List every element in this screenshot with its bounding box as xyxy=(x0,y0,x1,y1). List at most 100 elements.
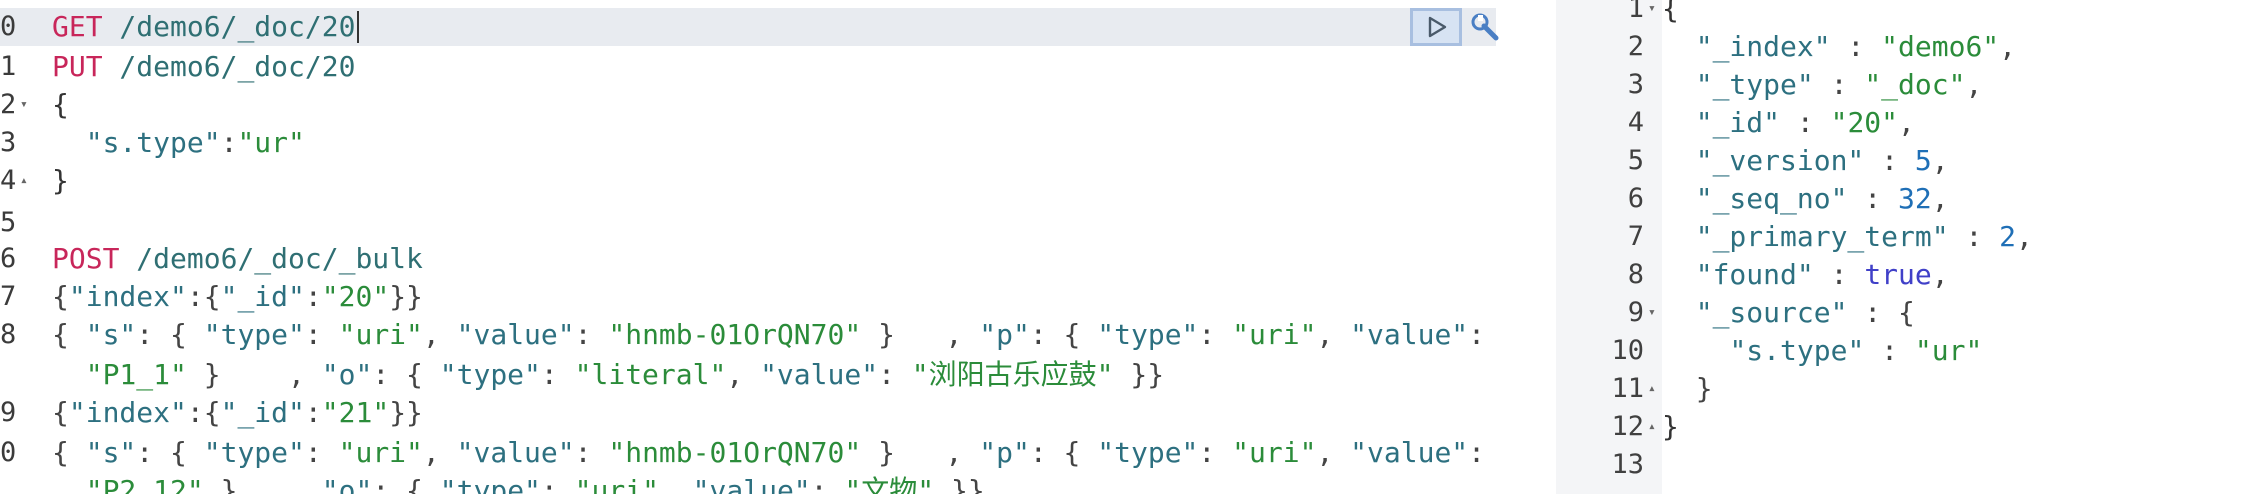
response-line[interactable]: 8 "found" : true, xyxy=(1512,256,2262,294)
request-line[interactable]: 5 xyxy=(0,204,1512,242)
response-viewer: 1 ▾{2 "_index" : "demo6", 3 "_type" : "_do… xyxy=(1512,0,2262,494)
token-punct: : xyxy=(1864,144,1915,177)
token-key: "index" xyxy=(68,280,187,313)
token-punct: }} xyxy=(389,396,423,429)
token-str: "20" xyxy=(321,280,390,313)
request-editor[interactable]: 0 GET /demo6/_doc/20 1 PUT /demo6/_doc/20 2 ▾… xyxy=(0,0,1512,494)
request-line[interactable]: 9 {"index":{"_id":"21"}} xyxy=(0,394,1512,432)
token-punct: , xyxy=(2016,220,2033,253)
response-line[interactable]: 9 ▾ "_source" : { xyxy=(1512,294,2262,332)
token-punct: : { xyxy=(136,318,204,351)
token-brace: { xyxy=(1662,0,1679,25)
token-key: "_id" xyxy=(220,280,305,313)
line-number: 6 xyxy=(1627,183,1644,214)
token-key: "s.type" xyxy=(1729,334,1865,367)
send-request-button[interactable] xyxy=(1410,8,1462,46)
token-key: "_source" xyxy=(1695,296,1848,329)
request-line[interactable]: 6 POST /demo6/_doc/_bulk xyxy=(0,240,1512,278)
token-punct: : xyxy=(304,436,339,469)
response-line[interactable]: 13 xyxy=(1512,446,2262,484)
request-line[interactable]: 1 PUT /demo6/_doc/20 xyxy=(0,48,1512,86)
line-number: 10 xyxy=(1611,335,1644,366)
response-line[interactable]: 6 "_seq_no" : 32, xyxy=(1512,180,2262,218)
request-line[interactable]: 0{ "s": { "type": "uri", "value": "hnmb-… xyxy=(0,434,1512,472)
token-key: "value" xyxy=(692,474,811,494)
request-line[interactable]: 0 GET /demo6/_doc/20 xyxy=(0,8,1512,46)
token-brace: } xyxy=(1662,410,1679,443)
token-brace: } xyxy=(52,164,69,197)
token-punct: , xyxy=(1931,182,1949,215)
line-number: 2 xyxy=(1627,31,1644,62)
token-punct: , xyxy=(1898,106,1915,139)
token-str: "P2_12" xyxy=(85,474,204,494)
request-line[interactable]: "P1_1" } , "o": { "type": "literal", "va… xyxy=(0,356,1512,394)
token-key: "_id" xyxy=(220,396,305,429)
request-line[interactable]: "P2_12" } , "o": { "type": "uri", "value… xyxy=(0,472,1512,494)
code-text: } xyxy=(52,162,69,200)
line-number: 7 xyxy=(1627,221,1644,252)
request-line[interactable]: 8{ "s": { "type": "uri", "value": "hnmb-… xyxy=(0,316,1512,354)
line-number: 9 xyxy=(0,397,17,428)
response-line[interactable]: 4 "_id" : "20", xyxy=(1512,104,2262,142)
wrench-icon xyxy=(1471,13,1499,41)
token-punct xyxy=(52,474,86,494)
code-text: "P2_12" } , "o": { "type": "uri", "value… xyxy=(52,472,985,494)
response-line[interactable]: 3 "_type" : "_doc", xyxy=(1512,66,2262,104)
token-punct: }} xyxy=(934,474,985,494)
code-text: } xyxy=(1662,370,1713,408)
line-number: 6 xyxy=(0,243,17,274)
response-line[interactable]: 5 "_version" : 5, xyxy=(1512,142,2262,180)
line-number xyxy=(0,472,40,494)
line-number: 5 xyxy=(0,207,17,238)
request-line[interactable]: 4 ▴} xyxy=(0,162,1512,200)
token-key: "value" xyxy=(456,436,575,469)
token-str: "uri" xyxy=(338,318,423,351)
line-number: 8 xyxy=(1627,259,1644,290)
response-line[interactable]: 10 "s.type" : "ur" xyxy=(1512,332,2262,370)
token-str: "hnmb-01OrQN70" xyxy=(608,436,862,469)
token-num: 32 xyxy=(1898,182,1932,215)
request-line[interactable]: 2 ▾{ xyxy=(0,86,1512,124)
response-line[interactable]: 2 "_index" : "demo6", xyxy=(1512,28,2262,66)
request-settings-button[interactable] xyxy=(1468,8,1502,46)
token-punct xyxy=(1662,68,1696,101)
token-key: "value" xyxy=(1350,318,1469,351)
unfold-toggle-icon[interactable]: ▴ xyxy=(1648,408,1656,446)
token-punct: , xyxy=(1965,68,1983,101)
code-text: "found" : true, xyxy=(1662,256,1949,294)
token-punct: : xyxy=(1468,318,1486,351)
token-punct: , xyxy=(726,358,761,391)
token-bool: true xyxy=(1864,258,1932,291)
code-text: "s.type":"ur" xyxy=(52,124,305,162)
unfold-toggle-icon[interactable]: ▴ xyxy=(1648,370,1656,408)
token-key: "type" xyxy=(439,358,541,391)
response-line[interactable]: 1 ▾{ xyxy=(1512,0,2262,28)
line-number: 0 xyxy=(0,437,17,468)
request-line[interactable]: 7 {"index":{"_id":"20"}} xyxy=(0,278,1512,316)
fold-toggle-icon[interactable]: ▾ xyxy=(1648,0,1656,28)
token-url: /demo6/_doc/_bulk xyxy=(119,242,423,275)
line-number xyxy=(0,356,40,394)
line-number: 11 xyxy=(1611,373,1644,404)
token-punct: : xyxy=(540,358,575,391)
token-punct: : { xyxy=(372,358,440,391)
token-punct: : xyxy=(1813,68,1865,101)
token-punct: : xyxy=(1198,436,1233,469)
token-punct: : xyxy=(220,126,238,159)
response-line[interactable]: 11 ▴ } xyxy=(1512,370,2262,408)
fold-toggle-icon[interactable]: ▾ xyxy=(1648,294,1656,332)
line-number: 7 xyxy=(0,281,17,312)
unfold-toggle-icon[interactable]: ▴ xyxy=(20,162,28,200)
token-str: "ur" xyxy=(237,126,305,159)
token-key: "type" xyxy=(203,318,305,351)
code-text: "_primary_term" : 2, xyxy=(1662,218,2033,256)
token-punct: : { xyxy=(1029,318,1098,351)
code-text: "_index" : "demo6", xyxy=(1662,28,2016,66)
code-text: "_type" : "_doc", xyxy=(1662,66,1983,104)
request-line[interactable]: 3 "s.type":"ur" xyxy=(0,124,1512,162)
token-punct: : { xyxy=(372,474,440,494)
fold-toggle-icon[interactable]: ▾ xyxy=(20,86,28,124)
line-number: 8 xyxy=(0,319,17,350)
response-line[interactable]: 12 ▴} xyxy=(1512,408,2262,446)
response-line[interactable]: 7 "_primary_term" : 2, xyxy=(1512,218,2262,256)
